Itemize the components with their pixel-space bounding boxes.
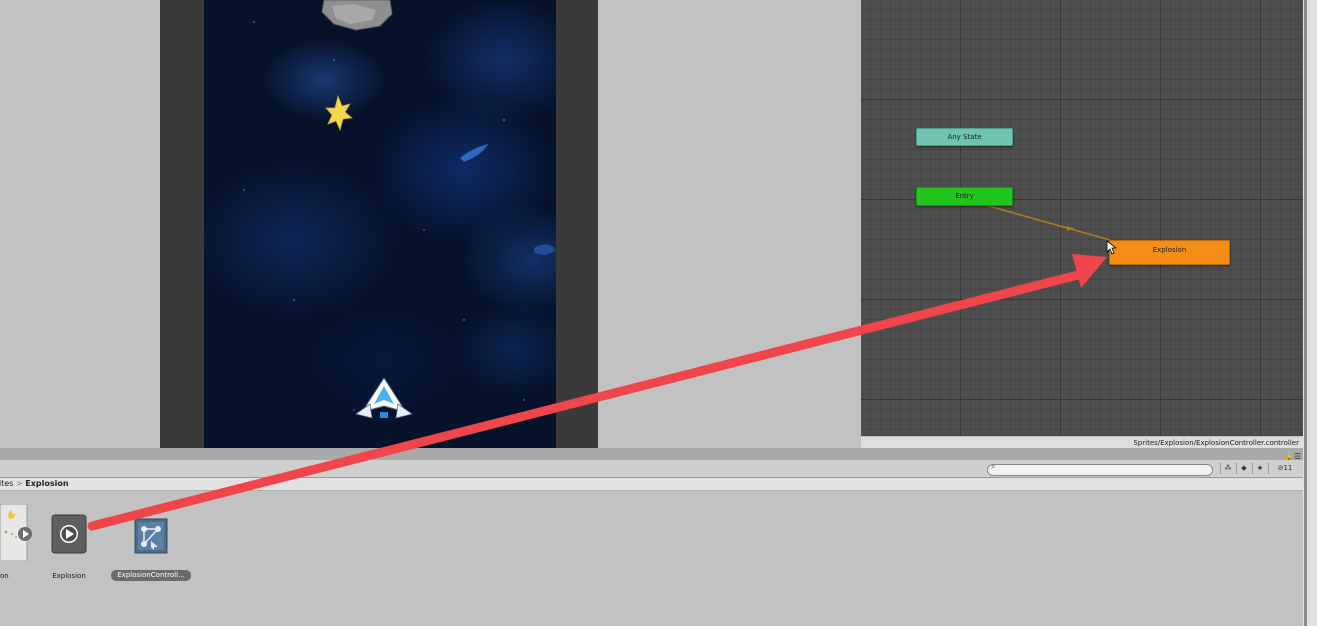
- breadcrumb: ites > Explosion: [0, 478, 69, 490]
- project-assets-area: [0, 491, 1303, 626]
- hidden-packages-button[interactable]: ⊘11: [1268, 463, 1301, 474]
- animation-clip-icon: [51, 514, 87, 554]
- hidden-count: 11: [1283, 464, 1293, 472]
- breadcrumb-bar: ites > Explosion: [0, 478, 1303, 491]
- search-input[interactable]: [987, 464, 1213, 476]
- entry-to-explosion-transition[interactable]: [984, 204, 1111, 241]
- breadcrumb-current[interactable]: Explosion: [25, 479, 68, 488]
- asset-item-explosion-animation[interactable]: [51, 514, 87, 554]
- asset-label-explosion-controller[interactable]: ExplosionControll...: [111, 570, 191, 581]
- mouse-cursor-icon: [1106, 240, 1116, 255]
- asset-item-sprite-sheet[interactable]: [0, 503, 32, 562]
- filter-by-label-button[interactable]: ◆: [1236, 463, 1251, 474]
- sprite-sheet-icon: [0, 503, 32, 562]
- filter-by-type-button[interactable]: ⁂: [1220, 463, 1235, 474]
- breadcrumb-separator: >: [16, 479, 23, 488]
- state-label-any-state: Any State: [947, 133, 982, 141]
- panel-divider[interactable]: [0, 448, 1303, 460]
- asset-item-explosion-controller[interactable]: [134, 518, 168, 554]
- state-node-any-state[interactable]: Any State: [916, 128, 1013, 146]
- state-node-explosion[interactable]: Explosion: [1109, 240, 1230, 265]
- state-label-explosion: Explosion: [1152, 246, 1187, 254]
- scrollbar-thumb[interactable]: [1304, 0, 1307, 626]
- asset-label-sprite-sheet: on: [0, 572, 9, 580]
- favorite-star-icon[interactable]: ★: [1252, 463, 1267, 474]
- asset-label-explosion-animation: Explosion: [52, 572, 86, 580]
- search-icon: ⌕: [991, 462, 996, 471]
- animator-controller-icon: [134, 518, 168, 554]
- breadcrumb-parent[interactable]: ites: [0, 479, 13, 488]
- state-label-entry: Entry: [955, 192, 974, 200]
- state-node-entry[interactable]: Entry: [916, 187, 1013, 206]
